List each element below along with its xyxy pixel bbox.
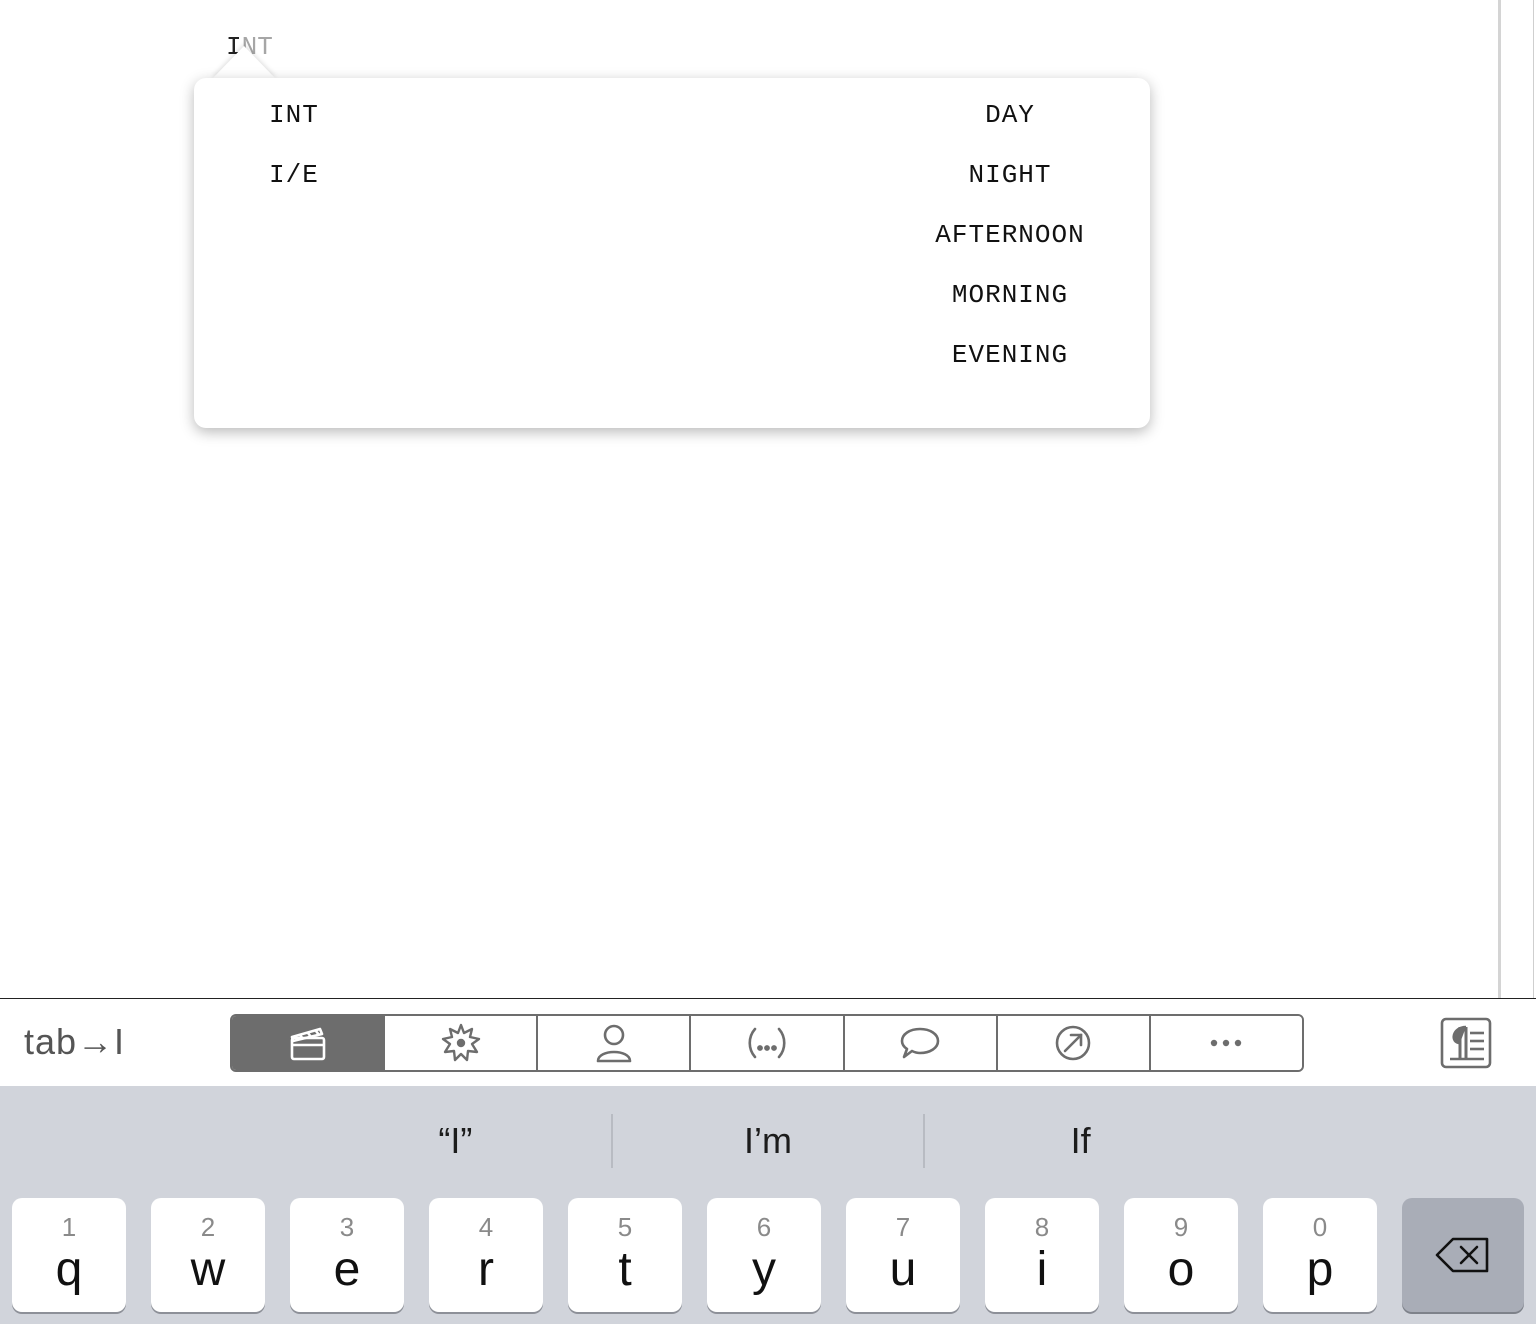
scene-heading-autocomplete-popover: INT I/E DAY NIGHT AFTERNOON MORNING EVEN… bbox=[194, 78, 1150, 428]
key-letter: e bbox=[333, 1243, 361, 1296]
parenthetical-button[interactable] bbox=[691, 1016, 845, 1070]
key-r[interactable]: 4r bbox=[429, 1198, 543, 1312]
delete-key[interactable] bbox=[1402, 1198, 1524, 1312]
clapperboard-icon bbox=[290, 1027, 325, 1061]
key-p[interactable]: 0p bbox=[1263, 1198, 1377, 1312]
key-e[interactable]: 3e bbox=[290, 1198, 404, 1312]
option-night[interactable]: NIGHT bbox=[920, 158, 1100, 218]
key-number: 0 bbox=[1312, 1212, 1328, 1242]
character-button[interactable] bbox=[538, 1016, 692, 1070]
parenthetical-icon bbox=[748, 1027, 786, 1059]
option-day[interactable]: DAY bbox=[920, 98, 1100, 158]
key-i[interactable]: 8i bbox=[985, 1198, 1099, 1312]
tab-button[interactable]: tab→I bbox=[24, 1021, 125, 1063]
key-letter: y bbox=[752, 1243, 776, 1296]
suggestion-item[interactable]: I’m bbox=[613, 1114, 926, 1168]
scene-heading-button[interactable] bbox=[232, 1016, 386, 1070]
key-w[interactable]: 2w bbox=[151, 1198, 265, 1312]
key-letter: q bbox=[55, 1243, 83, 1296]
key-number: 4 bbox=[478, 1212, 494, 1242]
key-t[interactable]: 5t bbox=[568, 1198, 682, 1312]
speech-bubble-icon bbox=[900, 1027, 940, 1059]
key-u[interactable]: 7u bbox=[846, 1198, 960, 1312]
time-options: DAY NIGHT AFTERNOON MORNING EVENING bbox=[920, 98, 1100, 398]
transition-button[interactable] bbox=[997, 1016, 1151, 1070]
option-int[interactable]: INT bbox=[269, 98, 319, 158]
page-edge-outer bbox=[1533, 0, 1534, 998]
suggestion-item[interactable]: “I” bbox=[300, 1114, 613, 1168]
key-number: 2 bbox=[200, 1212, 216, 1242]
pilcrow-icon bbox=[1440, 1017, 1492, 1069]
key-number: 5 bbox=[617, 1212, 633, 1242]
dialogue-button[interactable] bbox=[844, 1016, 998, 1070]
backspace-icon bbox=[1435, 1237, 1489, 1273]
key-o[interactable]: 9o bbox=[1124, 1198, 1238, 1312]
key-letter: t bbox=[618, 1243, 632, 1296]
key-number: 1 bbox=[61, 1212, 77, 1242]
option-afternoon[interactable]: AFTERNOON bbox=[920, 218, 1100, 278]
element-type-segmented-control bbox=[230, 1014, 1304, 1072]
key-number: 8 bbox=[1034, 1212, 1050, 1242]
element-toolbar: tab→I bbox=[0, 998, 1536, 1087]
person-icon bbox=[596, 1024, 632, 1063]
more-button[interactable] bbox=[1150, 1016, 1302, 1070]
option-morning[interactable]: MORNING bbox=[920, 278, 1100, 338]
key-letter: p bbox=[1306, 1243, 1334, 1296]
key-y[interactable]: 6y bbox=[707, 1198, 821, 1312]
key-number: 6 bbox=[756, 1212, 772, 1242]
option-evening[interactable]: EVENING bbox=[920, 338, 1100, 398]
suggestion-item[interactable]: If bbox=[925, 1114, 1236, 1168]
key-letter: u bbox=[889, 1243, 917, 1296]
software-keyboard: “I” I’m If 1q 2w 3e 4r 5t 6y 7u 8i 9o 0p bbox=[0, 1086, 1536, 1324]
key-letter: w bbox=[190, 1243, 226, 1296]
option-i-e[interactable]: I/E bbox=[269, 158, 319, 218]
format-button[interactable] bbox=[1440, 1017, 1492, 1069]
key-number: 9 bbox=[1173, 1212, 1189, 1242]
key-number: 3 bbox=[339, 1212, 355, 1242]
location-options: INT I/E bbox=[269, 98, 319, 218]
starburst-icon bbox=[441, 1023, 480, 1062]
transition-icon bbox=[1055, 1025, 1091, 1061]
popover-arrow bbox=[212, 46, 276, 79]
key-letter: r bbox=[478, 1243, 494, 1296]
predictive-suggestions-bar: “I” I’m If bbox=[300, 1114, 1236, 1168]
page-edge bbox=[1498, 0, 1501, 998]
key-q[interactable]: 1q bbox=[12, 1198, 126, 1312]
ellipsis-icon bbox=[1211, 1039, 1242, 1047]
key-letter: i bbox=[1036, 1243, 1048, 1296]
key-letter: o bbox=[1167, 1243, 1195, 1296]
key-number: 7 bbox=[895, 1212, 911, 1242]
action-button[interactable] bbox=[385, 1016, 539, 1070]
